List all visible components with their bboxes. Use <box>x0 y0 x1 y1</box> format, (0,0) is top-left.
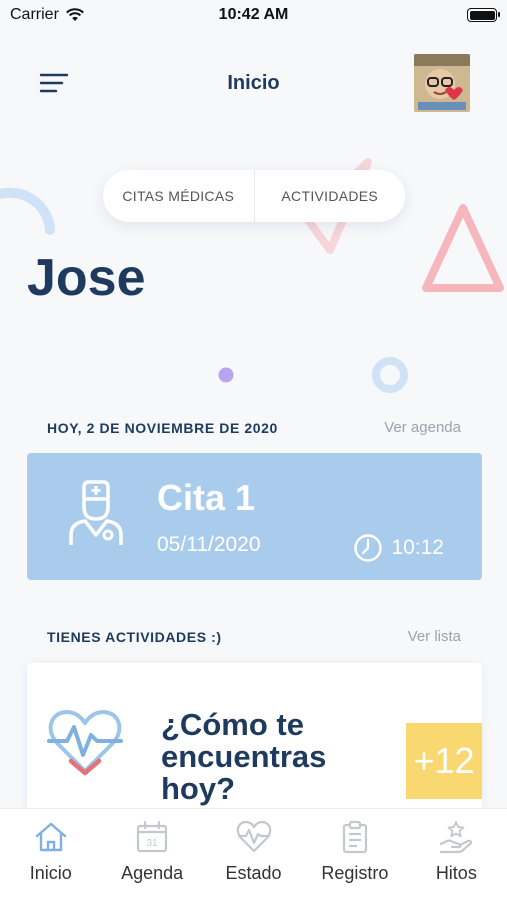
appointment-time-text: 10:12 <box>391 536 444 559</box>
view-list-link[interactable]: Ver lista <box>408 628 461 645</box>
appointment-time: 10:12 <box>353 533 444 563</box>
view-agenda-link[interactable]: Ver agenda <box>384 419 461 436</box>
tab-hitos[interactable]: Hitos <box>406 809 507 900</box>
tab-label-inicio: Inicio <box>29 863 72 883</box>
tab-registro[interactable]: Registro <box>304 809 405 900</box>
activity-card[interactable]: ¿Cómo te encuentras hoy? +12 <box>27 663 482 823</box>
tab-bar: Inicio 31 Agenda Estado Registro Hitos <box>0 808 507 900</box>
appointment-card[interactable]: Cita 1 05/11/2020 10:12 <box>27 453 482 580</box>
tab-estado[interactable]: Estado <box>203 809 304 900</box>
nav-bar: Inicio <box>0 50 507 120</box>
clock-icon <box>354 534 383 562</box>
home-icon <box>35 822 66 852</box>
status-time: 10:42 AM <box>218 6 289 23</box>
tab-label-estado: Estado <box>225 863 282 883</box>
today-title: HOY, 2 DE NOVIEMBRE DE 2020 <box>47 419 278 436</box>
activities-header: TIENES ACTIVIDADES :) Ver lista <box>47 628 461 645</box>
segment-actividades[interactable]: ACTIVIDADES <box>253 170 406 222</box>
activity-question: ¿Cómo te encuentras hoy? <box>161 707 327 806</box>
doctor-icon <box>69 480 123 545</box>
tab-label-hitos: Hitos <box>435 863 477 883</box>
menu-icon <box>39 73 69 93</box>
appointment-title: Cita 1 <box>157 477 256 518</box>
activities-title: TIENES ACTIVIDADES :) <box>47 628 222 645</box>
segment-citas-medicas[interactable]: CITAS MÉDICAS <box>103 170 254 222</box>
heart-pulse-icon <box>236 820 271 853</box>
tab-agenda[interactable]: 31 Agenda <box>101 809 202 900</box>
tab-label-agenda: Agenda <box>121 863 184 883</box>
clipboard-icon <box>342 820 368 854</box>
tab-label-registro: Registro <box>321 863 389 883</box>
battery-icon <box>467 8 500 22</box>
calendar-icon: 31 <box>137 820 168 853</box>
avatar-image <box>414 54 470 112</box>
segment-control: CITAS MÉDICAS ACTIVIDADES <box>103 170 405 222</box>
avatar[interactable] <box>414 54 470 112</box>
menu-button[interactable] <box>38 70 70 96</box>
status-bar: Carrier 10:42 AM <box>0 0 507 32</box>
hand-star-icon <box>440 821 473 854</box>
heart-pulse-icon <box>47 710 123 776</box>
tab-inicio[interactable]: Inicio <box>0 809 101 900</box>
activity-badge: +12 <box>406 723 482 799</box>
appointment-date: 05/11/2020 <box>157 533 261 556</box>
calendar-day-number: 31 <box>147 838 159 849</box>
user-name: Jose <box>27 249 146 307</box>
today-header: HOY, 2 DE NOVIEMBRE DE 2020 Ver agenda <box>47 419 461 436</box>
